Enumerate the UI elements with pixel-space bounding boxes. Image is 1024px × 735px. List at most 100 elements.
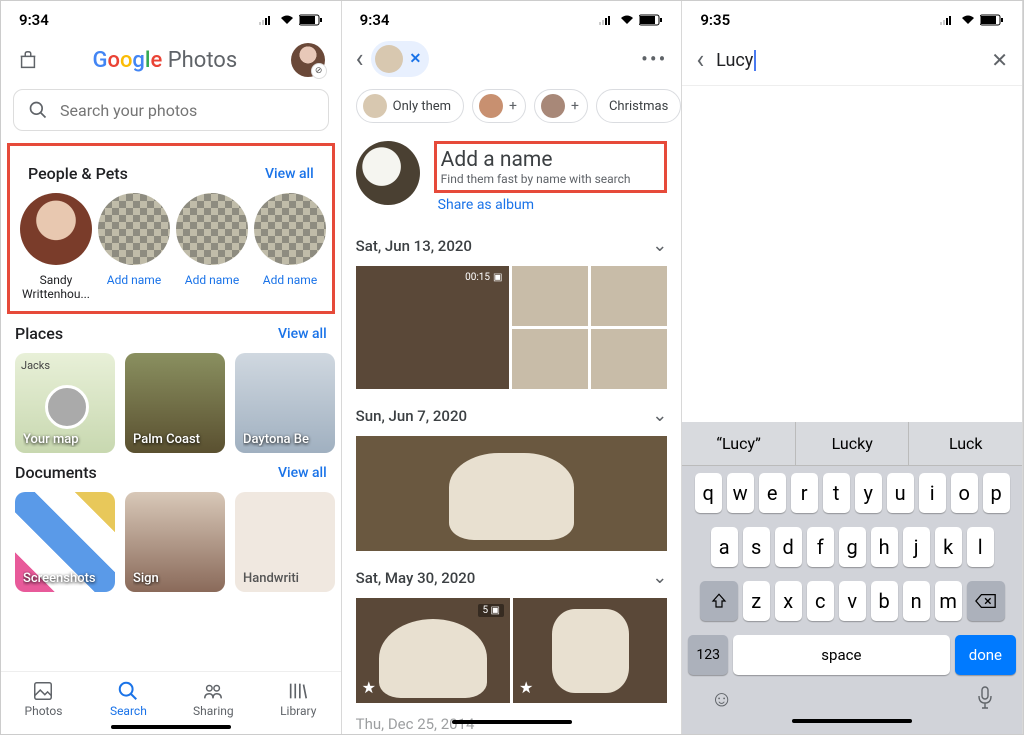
document-tile[interactable]: Sign — [125, 492, 225, 592]
status-time: 9:34 — [360, 11, 390, 29]
key-u[interactable]: u — [887, 473, 914, 513]
photo-thumb[interactable] — [512, 266, 588, 326]
key-w[interactable]: w — [727, 473, 754, 513]
date-header[interactable]: Sat, Jun 13, 2020 ⌄ — [342, 219, 682, 266]
emoji-icon[interactable]: ☺ — [710, 686, 732, 716]
more-menu-icon[interactable]: ••• — [641, 47, 667, 71]
date-label: Sat, Jun 13, 2020 — [356, 237, 472, 255]
document-tile[interactable]: Handwriti — [235, 492, 335, 592]
key-k[interactable]: k — [935, 527, 962, 567]
key-t[interactable]: t — [823, 473, 850, 513]
home-indicator[interactable] — [111, 725, 231, 729]
search-icon — [28, 100, 48, 120]
date-header[interactable]: Sun, Jun 7, 2020 ⌄ — [342, 389, 682, 436]
photo-thumb[interactable] — [512, 329, 588, 389]
person-item[interactable]: Add name — [254, 193, 326, 301]
dictation-icon[interactable] — [976, 686, 994, 716]
status-icons — [940, 14, 1004, 26]
remove-chip-icon[interactable]: ✕ — [409, 51, 421, 67]
key-o[interactable]: o — [951, 473, 978, 513]
name-text-input[interactable]: Lucy — [716, 50, 979, 71]
key-n[interactable]: n — [903, 581, 930, 621]
key-g[interactable]: g — [839, 527, 866, 567]
suggestion[interactable]: “Lucy” — [682, 422, 796, 465]
key-m[interactable]: m — [935, 581, 962, 621]
search-input[interactable] — [60, 101, 314, 120]
key-x[interactable]: x — [775, 581, 802, 621]
back-button[interactable]: ‹ — [356, 44, 364, 74]
suggestion[interactable]: Luck — [909, 422, 1022, 465]
place-tile[interactable]: Daytona Be — [235, 353, 335, 453]
photos-icon — [32, 680, 54, 702]
print-store-icon[interactable] — [17, 49, 39, 71]
clear-input-icon[interactable]: ✕ — [991, 48, 1008, 72]
key-r[interactable]: r — [791, 473, 818, 513]
key-j[interactable]: j — [903, 527, 930, 567]
document-tile[interactable]: Screenshots — [15, 492, 115, 592]
screen-face-group: 9:34 ‹ ✕ ••• Only them + + Christmas Add… — [342, 1, 683, 734]
tab-sharing[interactable]: Sharing — [171, 672, 256, 722]
key-z[interactable]: z — [743, 581, 770, 621]
key-f[interactable]: f — [807, 527, 834, 567]
photo-thumb[interactable] — [591, 266, 667, 326]
key-h[interactable]: h — [871, 527, 898, 567]
key-done[interactable]: done — [955, 635, 1016, 675]
place-tile[interactable]: Jacks Your map — [15, 353, 115, 453]
person-item[interactable]: Sandy Writtenhou... — [20, 193, 92, 301]
chip-add-person[interactable]: + — [534, 89, 588, 123]
key-space[interactable]: space — [733, 635, 950, 675]
key-c[interactable]: c — [807, 581, 834, 621]
suggestion[interactable]: Lucky — [796, 422, 910, 465]
chip-add-person[interactable]: + — [472, 89, 526, 123]
key-numbers[interactable]: 123 — [688, 635, 728, 675]
home-indicator[interactable] — [452, 720, 572, 724]
person-item[interactable]: Add name — [176, 193, 248, 301]
tab-search[interactable]: Search — [86, 672, 171, 722]
photo-thumb[interactable]: 5 ▣ ★ — [356, 598, 510, 703]
star-icon: ★ — [362, 678, 376, 697]
key-p[interactable]: p — [983, 473, 1010, 513]
key-d[interactable]: d — [775, 527, 802, 567]
app-header: Google Photos ⊘ — [1, 35, 341, 85]
add-a-name-button[interactable]: Add a name — [441, 148, 655, 172]
photo-thumb[interactable] — [591, 329, 667, 389]
chip-christmas[interactable]: Christmas — [596, 89, 681, 123]
tab-photos[interactable]: Photos — [1, 672, 86, 722]
view-all-places[interactable]: View all — [278, 326, 327, 342]
face-thumb — [375, 45, 403, 73]
key-l[interactable]: l — [967, 527, 994, 567]
key-s[interactable]: s — [743, 527, 770, 567]
back-button[interactable]: ‹ — [696, 45, 704, 75]
key-backspace[interactable] — [967, 581, 1005, 621]
status-icons — [259, 14, 323, 26]
date-label: Sat, May 30, 2020 — [356, 569, 476, 587]
search-bar[interactable] — [13, 89, 329, 131]
status-time: 9:34 — [19, 11, 49, 29]
key-shift[interactable] — [700, 581, 738, 621]
chip-only-them[interactable]: Only them — [356, 89, 464, 123]
view-all-people[interactable]: View all — [265, 166, 314, 182]
key-a[interactable]: a — [711, 527, 738, 567]
photo-thumb[interactable] — [356, 436, 668, 551]
home-indicator[interactable] — [792, 719, 912, 723]
stack-badge: 5 ▣ — [478, 604, 504, 617]
view-all-documents[interactable]: View all — [278, 465, 327, 481]
documents-row: Screenshots Sign Handwriti — [1, 492, 341, 592]
date-header[interactable]: Sat, May 30, 2020 ⌄ — [342, 551, 682, 598]
selected-face-chip[interactable]: ✕ — [371, 41, 429, 77]
place-tile[interactable]: Palm Coast — [125, 353, 225, 453]
key-v[interactable]: v — [839, 581, 866, 621]
key-b[interactable]: b — [871, 581, 898, 621]
section-title: Documents — [15, 463, 97, 482]
key-y[interactable]: y — [855, 473, 882, 513]
tab-library[interactable]: Library — [256, 672, 341, 722]
key-i[interactable]: i — [919, 473, 946, 513]
person-item[interactable]: Add name — [98, 193, 170, 301]
account-avatar[interactable]: ⊘ — [291, 43, 325, 77]
photo-thumb[interactable]: 00:15 ▣ — [356, 266, 509, 389]
backspace-icon — [975, 593, 997, 609]
share-as-album-link[interactable]: Share as album — [434, 197, 668, 213]
key-q[interactable]: q — [695, 473, 722, 513]
photo-thumb[interactable]: ★ — [513, 598, 667, 703]
key-e[interactable]: e — [759, 473, 786, 513]
